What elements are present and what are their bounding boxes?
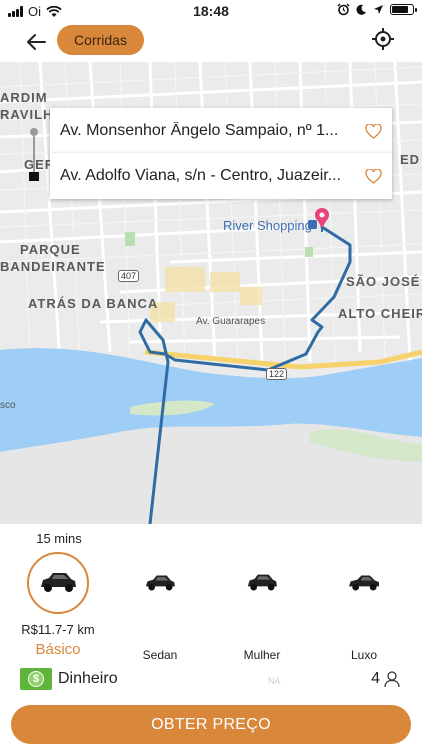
vehicle-name: Mulher — [243, 648, 281, 662]
eta-label: 15 mins — [36, 531, 82, 546]
map-label-guararapes: Av. Guararapes — [196, 316, 266, 327]
route-indicator-icon — [29, 128, 39, 181]
car-icon — [247, 574, 277, 591]
car-icon — [145, 575, 175, 591]
battery-icon — [390, 4, 417, 15]
status-right — [337, 3, 417, 16]
map-label-sco: sco — [0, 400, 16, 411]
get-price-button[interactable]: OBTER PREÇO — [11, 705, 411, 744]
seat-count: 4 — [371, 670, 380, 687]
origin-address-field[interactable]: Av. Monsenhor Ângelo Sampaio, nº 1... — [50, 108, 392, 154]
crosshair-icon — [372, 28, 394, 50]
cash-icon: $ — [20, 668, 52, 690]
ride-options-sheet: 15 mins R$11.7-7 km Básico Sedan Mulher … — [0, 524, 422, 750]
vehicle-option-luxo[interactable]: Luxo — [311, 552, 417, 662]
map-label-ed: ED — [400, 152, 421, 167]
location-arrow-icon — [374, 5, 383, 14]
person-icon — [384, 670, 400, 687]
seat-count-selector[interactable]: 4 — [371, 670, 400, 688]
map-label-bandeirante: BANDEIRANTE — [0, 259, 106, 274]
moon-icon — [356, 4, 366, 15]
vehicle-option-basico[interactable]: R$11.7-7 km Básico — [5, 552, 111, 658]
payment-method-selector[interactable]: $ Dinheiro — [20, 668, 118, 690]
map-label-alto-cheiro: ALTO CHEIRO — [338, 306, 422, 321]
top-bar: Corridas — [0, 22, 422, 62]
car-icon-circle — [27, 552, 89, 614]
back-arrow-icon — [27, 34, 46, 50]
car-icon-circle — [333, 552, 395, 614]
car-icon — [349, 575, 379, 591]
vehicle-option-mulher[interactable]: Mulher — [209, 552, 315, 662]
route-shield-407: 407 — [118, 270, 140, 282]
route-shield-122: 122 — [266, 368, 288, 380]
destination-address-field[interactable]: Av. Adolfo Viana, s/n - Centro, Juazeir.… — [50, 153, 392, 199]
map-label-atras-da-banca: ATRÁS DA BANCA — [28, 296, 159, 311]
vehicle-name: Sedan — [142, 648, 178, 662]
rides-button[interactable]: Corridas — [57, 25, 144, 55]
favorite-destination-heart-icon[interactable] — [360, 168, 386, 184]
vehicle-name: Básico — [35, 641, 81, 658]
car-icon — [41, 573, 76, 592]
na-label: NA — [268, 676, 281, 686]
alarm-icon — [337, 3, 350, 16]
destination-address-text: Av. Adolfo Viana, s/n - Centro, Juazeir.… — [60, 167, 342, 184]
map-label-jardim: ARDIM — [0, 90, 48, 105]
status-bar: Oi 18:48 — [0, 0, 422, 22]
vehicle-price: R$11.7-7 km — [21, 622, 95, 637]
poi-river-shopping[interactable]: River Shopping — [223, 218, 312, 233]
payment-method-label: Dinheiro — [58, 670, 118, 687]
back-button[interactable] — [22, 28, 50, 56]
map-label-sao-jose: SÃO JOSÉ — [346, 274, 421, 289]
vehicle-option-sedan[interactable]: Sedan — [107, 552, 213, 662]
map-label-parque: PARQUE — [20, 242, 81, 257]
car-icon-circle — [231, 552, 293, 614]
car-icon-circle — [129, 552, 191, 614]
vehicle-name: Luxo — [350, 648, 378, 662]
my-location-button[interactable] — [366, 22, 400, 56]
favorite-origin-heart-icon[interactable] — [360, 123, 386, 139]
origin-address-text: Av. Monsenhor Ângelo Sampaio, nº 1... — [60, 122, 339, 139]
